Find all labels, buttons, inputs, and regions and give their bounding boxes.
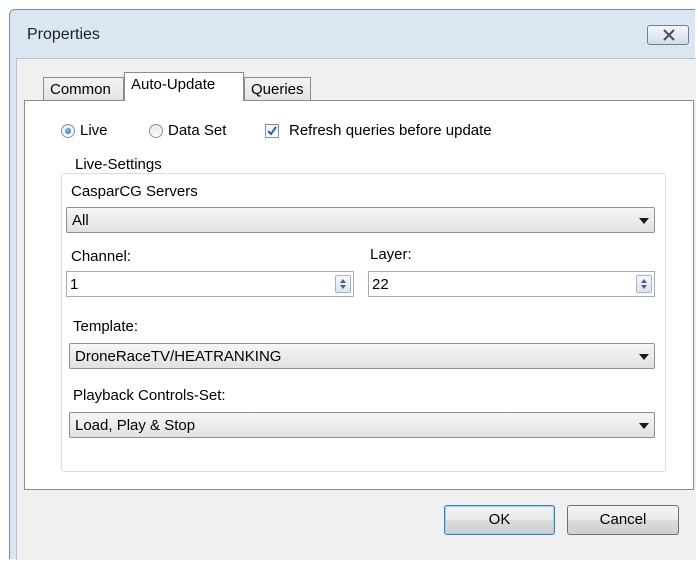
channel-value[interactable]: 1 [70, 276, 78, 293]
spin-arrows-icon [641, 279, 647, 289]
title-bar[interactable]: Properties [10, 10, 695, 58]
live-radio[interactable] [61, 124, 75, 138]
ok-button-label: OK [488, 511, 511, 528]
spin-arrows-icon [340, 279, 346, 289]
tab-common-label: Common [50, 81, 111, 98]
refresh-queries-label[interactable]: Refresh queries before update [289, 122, 492, 139]
template-select[interactable]: DroneRaceTV/HEATRANKING [69, 343, 655, 369]
chevron-down-icon [639, 354, 649, 360]
radio-selected-dot [65, 128, 71, 134]
tab-auto-update-label: Auto-Update [131, 76, 216, 93]
live-radio-label[interactable]: Live [80, 122, 108, 139]
layer-value[interactable]: 22 [372, 276, 389, 293]
ok-button[interactable]: OK [444, 505, 555, 535]
servers-label: CasparCG Servers [71, 183, 198, 200]
channel-spin-buttons[interactable] [335, 275, 351, 293]
layer-spinner[interactable]: 22 [368, 271, 655, 297]
layer-label: Layer: [370, 246, 412, 263]
cancel-button[interactable]: Cancel [567, 505, 679, 535]
dataset-radio-label[interactable]: Data Set [168, 122, 226, 139]
dataset-radio[interactable] [149, 124, 163, 138]
template-value: DroneRaceTV/HEATRANKING [75, 348, 282, 365]
refresh-queries-checkbox[interactable] [265, 124, 279, 138]
live-settings-title: Live-Settings [73, 156, 164, 173]
tab-queries[interactable]: Queries [244, 77, 311, 101]
servers-value: All [72, 212, 89, 229]
tab-queries-label: Queries [251, 81, 304, 98]
channel-label: Channel: [71, 248, 132, 265]
checkmark-icon [267, 126, 277, 136]
chevron-down-icon [639, 423, 649, 429]
close-icon [663, 29, 675, 41]
window-title: Properties [27, 26, 100, 43]
servers-select[interactable]: All [66, 207, 655, 233]
playback-select[interactable]: Load, Play & Stop [69, 412, 655, 438]
tab-common[interactable]: Common [43, 77, 124, 101]
chevron-down-icon [639, 218, 649, 224]
close-button[interactable] [647, 25, 689, 45]
template-label: Template: [73, 318, 139, 335]
layer-spin-buttons[interactable] [636, 275, 652, 293]
tab-auto-update[interactable]: Auto-Update [124, 72, 244, 101]
channel-spinner[interactable]: 1 [66, 271, 354, 297]
playback-label: Playback Controls-Set: [73, 387, 226, 404]
cancel-button-label: Cancel [599, 511, 647, 528]
playback-value: Load, Play & Stop [75, 417, 196, 434]
